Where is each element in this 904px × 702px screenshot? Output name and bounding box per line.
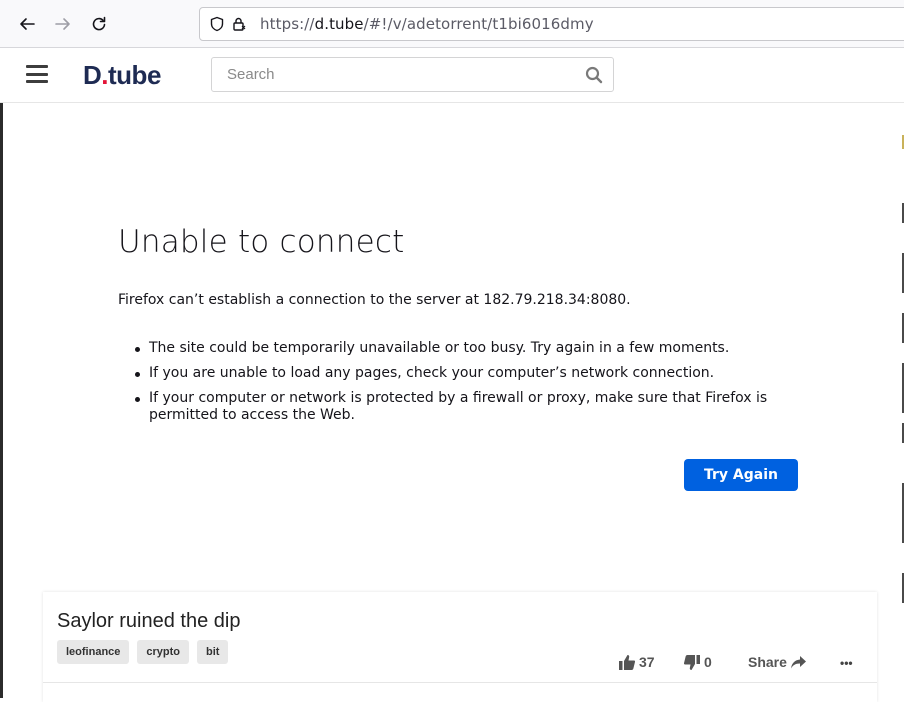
error-description: Firefox can’t establish a connection to … xyxy=(118,292,631,308)
shield-icon[interactable] xyxy=(206,13,228,35)
suggestion-item: The site could be temporarily unavailabl… xyxy=(134,340,774,357)
lock-icon[interactable] xyxy=(228,13,250,35)
try-again-button[interactable]: Try Again xyxy=(684,459,798,491)
tag-leofinance[interactable]: leofinance xyxy=(57,640,130,664)
video-title: Saylor ruined the dip xyxy=(57,610,241,632)
thumbs-up-icon xyxy=(619,654,635,670)
search-icon[interactable] xyxy=(585,66,603,84)
forward-arrow-icon xyxy=(55,18,70,30)
dislike-button[interactable]: 0 xyxy=(684,654,712,670)
suggestion-item: If your computer or network is protected… xyxy=(134,390,774,424)
error-title: Unable to connect xyxy=(118,224,405,260)
browser-toolbar: https://d.tube/#!/v/adetorrent/t1bi6016d… xyxy=(0,0,904,48)
share-button[interactable]: Share xyxy=(748,654,806,670)
back-arrow-icon xyxy=(20,18,35,30)
logo-letter: D xyxy=(83,59,102,90)
url-text[interactable]: https://d.tube/#!/v/adetorrent/t1bi6016d… xyxy=(260,15,594,33)
url-bar[interactable]: https://d.tube/#!/v/adetorrent/t1bi6016d… xyxy=(199,7,904,41)
reload-button[interactable] xyxy=(85,10,113,38)
search-box xyxy=(211,57,614,92)
like-count: 37 xyxy=(639,654,655,670)
url-domain: d.tube xyxy=(314,15,364,33)
url-path: /#!/v/adetorrent/t1bi6016dmy xyxy=(363,15,594,33)
url-prefix: https:// xyxy=(260,15,315,33)
site-header: D. tube xyxy=(0,48,904,103)
scrollbar-edge xyxy=(900,103,904,698)
suggestion-item: If you are unable to load any pages, che… xyxy=(134,365,774,382)
card-divider xyxy=(43,682,877,683)
dtube-logo[interactable]: D. tube xyxy=(83,59,161,91)
video-card: Saylor ruined the dip leofinance crypto … xyxy=(43,592,877,702)
dislike-count: 0 xyxy=(704,654,712,670)
forward-button[interactable] xyxy=(49,10,77,38)
like-button[interactable]: 37 xyxy=(619,654,655,670)
more-options-button[interactable]: ••• xyxy=(840,656,853,670)
thumbs-down-icon xyxy=(684,654,700,670)
search-input[interactable] xyxy=(212,58,572,91)
share-icon xyxy=(790,655,806,668)
back-button[interactable] xyxy=(13,10,41,38)
error-suggestions: The site could be temporarily unavailabl… xyxy=(134,340,774,432)
share-label: Share xyxy=(748,654,787,670)
tag-list: leofinance crypto bit xyxy=(57,640,229,664)
menu-icon[interactable] xyxy=(26,65,48,83)
tag-bit[interactable]: bit xyxy=(197,640,229,664)
logo-dot: . xyxy=(101,59,109,90)
window-edge xyxy=(0,48,3,698)
reload-icon xyxy=(92,16,106,31)
tag-crypto[interactable]: crypto xyxy=(137,640,190,664)
logo-word: tube xyxy=(108,59,161,90)
